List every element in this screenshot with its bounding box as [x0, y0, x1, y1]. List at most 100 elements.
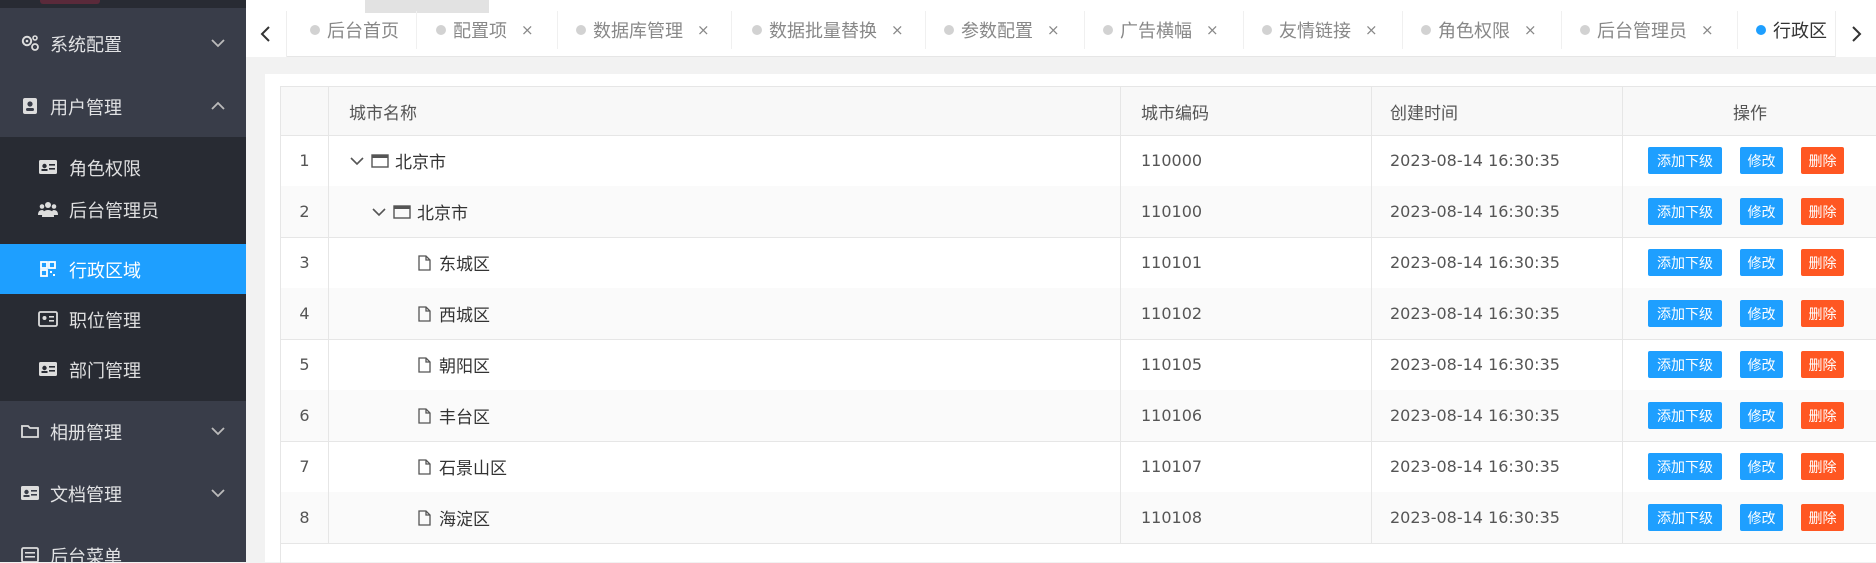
edit-button[interactable]: 修改 — [1740, 198, 1783, 225]
sidebar-item-admin-region[interactable]: 行政区域 — [0, 244, 246, 294]
delete-button[interactable]: 删除 — [1801, 351, 1844, 378]
delete-button[interactable]: 删除 — [1801, 198, 1844, 225]
sidebar-item-departments[interactable]: 部门管理 — [0, 344, 246, 394]
city-code: 110105 — [1121, 339, 1372, 390]
close-icon[interactable]: × — [1524, 21, 1537, 39]
chevron-down-icon — [211, 39, 225, 48]
tab-dot — [310, 25, 320, 35]
add-child-button[interactable]: 添加下级 — [1648, 504, 1722, 531]
tab-dot — [576, 25, 586, 35]
file-icon — [418, 305, 431, 322]
tab-batch-replace[interactable]: 数据批量替换 × — [752, 11, 904, 49]
tab-divider — [731, 11, 732, 49]
city-name-cell: 海淀区 — [329, 492, 1121, 543]
tab-banners[interactable]: 广告横幅 × — [1103, 11, 1219, 49]
edit-button[interactable]: 修改 — [1740, 300, 1783, 327]
delete-button[interactable]: 删除 — [1801, 453, 1844, 480]
created-time: 2023-08-14 16:30:35 — [1372, 441, 1623, 492]
city-name: 北京市 — [395, 153, 446, 173]
sidebar-group-label: 后台菜单 — [50, 547, 122, 562]
header-operations: 操作 — [1733, 103, 1767, 124]
city-name: 东城区 — [439, 255, 490, 275]
add-child-button[interactable]: 添加下级 — [1648, 198, 1722, 225]
city-code: 110100 — [1121, 186, 1372, 237]
city-code: 110106 — [1121, 390, 1372, 441]
city-name: 北京市 — [417, 204, 468, 224]
tab-roles[interactable]: 角色权限 × — [1421, 11, 1537, 49]
chevron-down-icon[interactable] — [371, 206, 387, 218]
close-icon[interactable]: × — [521, 21, 534, 39]
city-name-cell: 北京市 — [329, 186, 1121, 237]
tab-config-items[interactable]: 配置项 × — [436, 11, 534, 49]
sidebar-group-document-management[interactable]: 文档管理 — [0, 462, 246, 524]
close-icon[interactable]: × — [1206, 21, 1219, 39]
close-icon[interactable]: × — [697, 21, 710, 39]
tab-scroll-left-button[interactable] — [246, 11, 287, 57]
tab-dot — [1103, 25, 1113, 35]
table-row: 5 朝阳区 110105 2023-08-14 16:30:35 添加下级 修改 删除 — [281, 339, 1876, 391]
city-code: 110107 — [1121, 441, 1372, 492]
row-index: 4 — [281, 288, 329, 339]
edit-button[interactable]: 修改 — [1740, 351, 1783, 378]
sidebar-item-admins[interactable]: 后台管理员 — [0, 184, 246, 234]
created-time: 2023-08-14 16:30:35 — [1372, 492, 1623, 543]
edit-button[interactable]: 修改 — [1740, 504, 1783, 531]
tab-divider — [557, 11, 558, 49]
tab-divider — [1402, 11, 1403, 49]
add-child-button[interactable]: 添加下级 — [1648, 351, 1722, 378]
tab-database[interactable]: 数据库管理 × — [576, 11, 710, 49]
add-child-button[interactable]: 添加下级 — [1648, 453, 1722, 480]
sidebar-item-positions[interactable]: 职位管理 — [0, 294, 246, 344]
city-name: 石景山区 — [439, 459, 507, 479]
edit-button[interactable]: 修改 — [1740, 453, 1783, 480]
tab-scroll-right-button[interactable] — [1835, 11, 1876, 57]
row-index: 7 — [281, 441, 329, 492]
created-time: 2023-08-14 16:30:35 — [1372, 237, 1623, 288]
tab-label: 友情链接 — [1279, 21, 1351, 42]
gears-icon — [21, 35, 39, 51]
table-row: 7 石景山区 110107 2023-08-14 16:30:35 添加下级 修改 删除 — [281, 441, 1876, 493]
sidebar-group-system-config[interactable]: 系统配置 — [0, 12, 246, 74]
close-icon[interactable]: × — [891, 21, 904, 39]
sidebar-group-user-management[interactable]: 用户管理 — [0, 75, 246, 137]
add-child-button[interactable]: 添加下级 — [1648, 249, 1722, 276]
close-icon[interactable]: × — [1701, 21, 1714, 39]
row-actions: 添加下级 修改 删除 — [1623, 135, 1876, 186]
tab-params[interactable]: 参数配置 × — [944, 11, 1060, 49]
edit-button[interactable]: 修改 — [1740, 147, 1783, 174]
sidebar-group-album-management[interactable]: 相册管理 — [0, 400, 246, 462]
content-card: 城市名称 城市编码 创建时间 操作 1 北京市 110000 2023-08-14 1… — [265, 74, 1876, 563]
add-child-button[interactable]: 添加下级 — [1648, 300, 1722, 327]
chevron-up-icon — [211, 101, 225, 110]
delete-button[interactable]: 删除 — [1801, 504, 1844, 531]
table-row: 2 北京市 110100 2023-08-14 16:30:35 添加下级 修改 删除 — [281, 186, 1876, 238]
delete-button[interactable]: 删除 — [1801, 249, 1844, 276]
delete-button[interactable]: 删除 — [1801, 300, 1844, 327]
sidebar-group-label: 用户管理 — [50, 98, 122, 119]
id-card-icon — [21, 486, 39, 500]
city-name: 海淀区 — [439, 510, 490, 530]
sidebar-group-backend-menu[interactable]: 后台菜单 — [0, 524, 246, 562]
sidebar-item-label: 职位管理 — [69, 311, 141, 332]
edit-button[interactable]: 修改 — [1740, 402, 1783, 429]
tab-links[interactable]: 友情链接 × — [1262, 11, 1378, 49]
created-time: 2023-08-14 16:30:35 — [1372, 186, 1623, 237]
row-actions: 添加下级 修改 删除 — [1623, 237, 1876, 288]
sidebar-group-label: 相册管理 — [50, 423, 122, 444]
city-name: 西城区 — [439, 306, 490, 326]
close-icon[interactable]: × — [1365, 21, 1378, 39]
chevron-down-icon[interactable] — [349, 155, 365, 167]
tab-admins[interactable]: 后台管理员 × — [1580, 11, 1714, 49]
delete-button[interactable]: 删除 — [1801, 402, 1844, 429]
add-child-button[interactable]: 添加下级 — [1648, 147, 1722, 174]
row-index: 3 — [281, 237, 329, 288]
tab-admin-region[interactable]: 行政区 — [1756, 11, 1827, 49]
tab-label: 角色权限 — [1438, 21, 1510, 42]
tab-home[interactable]: 后台首页 — [310, 11, 399, 49]
add-child-button[interactable]: 添加下级 — [1648, 402, 1722, 429]
delete-button[interactable]: 删除 — [1801, 147, 1844, 174]
close-icon[interactable]: × — [1047, 21, 1060, 39]
edit-button[interactable]: 修改 — [1740, 249, 1783, 276]
